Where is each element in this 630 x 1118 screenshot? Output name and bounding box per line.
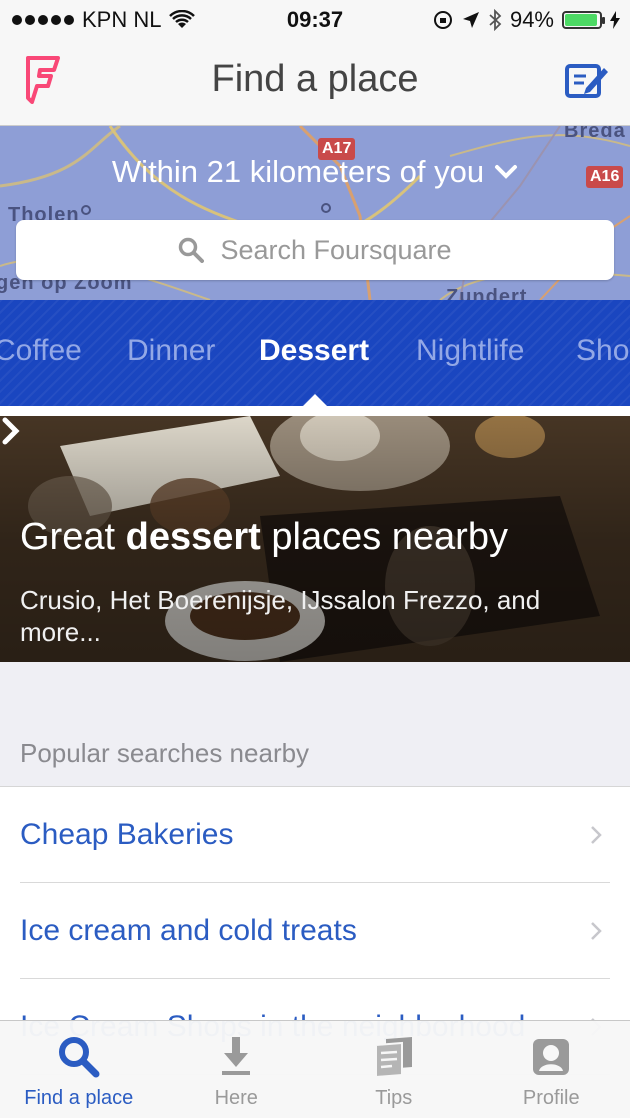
- category-tab-coffee[interactable]: Coffee: [0, 334, 82, 368]
- featured-banner-image: Great dessert places nearby Crusio, Het …: [0, 416, 630, 662]
- search-icon: [179, 237, 205, 263]
- list-item[interactable]: Ice cream and cold treats: [0, 883, 630, 979]
- status-right: 94%: [432, 7, 620, 33]
- tab-label: Find a place: [24, 1087, 134, 1109]
- distance-filter[interactable]: Within 21 kilometers of you: [0, 154, 630, 190]
- chevron-down-icon: [495, 165, 518, 179]
- category-tabs: Coffee Dinner Dessert Nightlife Sho: [0, 300, 630, 406]
- tab-tips[interactable]: Tips: [315, 1021, 473, 1118]
- search-icon: [58, 1037, 100, 1078]
- distance-filter-label: Within 21 kilometers of you: [111, 154, 485, 189]
- charging-icon: [610, 11, 620, 29]
- chevron-right-icon: [2, 417, 20, 445]
- tab-label: Here: [214, 1087, 258, 1109]
- category-tab-dessert[interactable]: Dessert: [259, 334, 369, 368]
- featured-banner[interactable]: Great dessert places nearby Crusio, Het …: [0, 406, 630, 662]
- list-item-label: Cheap Bakeries: [20, 818, 234, 851]
- chevron-right-icon: [591, 922, 602, 940]
- battery-level: [565, 14, 597, 26]
- tips-icon: [374, 1037, 412, 1079]
- tab-find-a-place[interactable]: Find a place: [0, 1021, 158, 1118]
- page-title: Find a place: [211, 58, 419, 100]
- map-label-zundert: Zundert: [446, 286, 528, 300]
- list-item[interactable]: Cheap Bakeries: [0, 787, 630, 883]
- banner-title: Great dessert places nearby: [20, 516, 508, 559]
- list-item-label: Ice cream and cold treats: [20, 914, 357, 947]
- status-bar: KPN NL 09:37 94%: [0, 0, 630, 40]
- category-tab-dinner[interactable]: Dinner: [127, 334, 215, 368]
- search-input[interactable]: Search Foursquare: [16, 220, 614, 280]
- tab-label: Tips: [375, 1087, 413, 1109]
- bluetooth-icon: [489, 9, 502, 31]
- tab-label: Profile: [522, 1087, 580, 1109]
- banner-title-suffix: places nearby: [271, 516, 508, 558]
- search-placeholder: Search Foursquare: [220, 234, 452, 265]
- battery-icon: [562, 11, 605, 29]
- navigation-bar: Find a place: [0, 40, 630, 126]
- banner-title-prefix: Great: [20, 516, 116, 558]
- tab-bar: Find a place Here Tips Profile: [0, 1020, 630, 1118]
- banner-title-bold: dessert: [125, 516, 261, 558]
- compose-icon[interactable]: [564, 60, 608, 100]
- popular-searches-heading: Popular searches nearby: [20, 738, 310, 768]
- profile-icon: [533, 1039, 570, 1075]
- category-tab-shopping[interactable]: Sho: [576, 334, 629, 368]
- map-header[interactable]: A17 A16 Tholen Breda gen op Zoom Zundert…: [0, 126, 630, 300]
- here-icon: [222, 1037, 251, 1075]
- tab-here[interactable]: Here: [158, 1021, 316, 1118]
- category-tab-nightlife[interactable]: Nightlife: [416, 334, 524, 368]
- tab-profile[interactable]: Profile: [473, 1021, 630, 1118]
- battery-percent: 94%: [509, 7, 554, 32]
- location-icon: [462, 12, 479, 28]
- rotation-lock-icon: [433, 11, 452, 29]
- banner-subtitle: Crusio, Het Boerenijsje, IJssalon Frezzo…: [20, 585, 541, 647]
- map-label-breda: Breda: [564, 126, 626, 142]
- chevron-right-icon: [591, 826, 602, 844]
